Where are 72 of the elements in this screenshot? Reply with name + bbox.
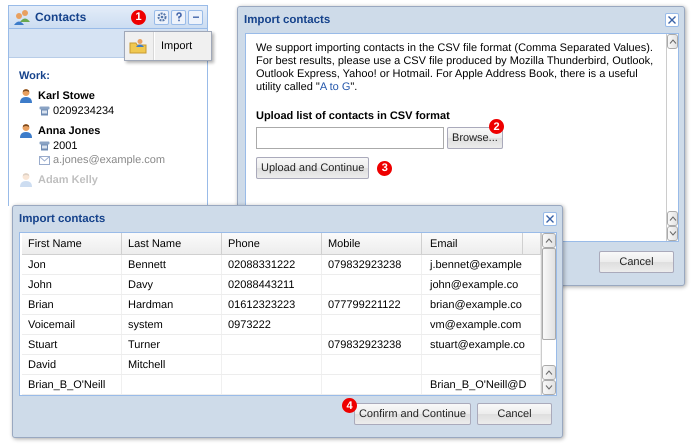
table-cell: 079832923238 [322, 255, 422, 274]
minimize-button[interactable] [188, 10, 203, 24]
column-header[interactable]: Last Name [122, 233, 222, 254]
close-button[interactable] [543, 212, 557, 226]
table-cell: 02088443211 [222, 275, 322, 294]
table-cell: Jon [22, 255, 122, 274]
cancel-button[interactable]: Cancel [477, 403, 552, 425]
people-icon [13, 9, 31, 25]
scrollbar[interactable] [666, 34, 678, 241]
panel-title: Contacts [35, 10, 86, 24]
person-icon [19, 172, 33, 187]
contact-name[interactable]: Anna Jones [38, 124, 100, 136]
close-button[interactable] [665, 13, 679, 27]
table-cell: Brian [22, 295, 122, 314]
menu-item[interactable]: Import [125, 32, 211, 60]
table-cell: system [122, 315, 222, 334]
step-badge: 1 [131, 10, 146, 24]
phone-number: 2001 [53, 140, 78, 152]
table-cell: Bennett [122, 255, 222, 274]
table-cell: Mitchell [122, 355, 222, 374]
dialog-title: Import contacts [244, 14, 330, 26]
column-header[interactable]: Mobile [322, 233, 422, 254]
scroll-up-icon [545, 238, 553, 243]
email-address: a.jones@example.com [53, 154, 166, 166]
group-heading: Work: [19, 70, 51, 82]
settings-button[interactable] [154, 10, 169, 24]
link[interactable]: A to G [320, 81, 350, 93]
table-cell: John [22, 275, 122, 294]
step-badge: 2 [489, 119, 504, 134]
column-header[interactable]: Email [422, 233, 523, 254]
column-header[interactable]: Phone [222, 233, 322, 254]
table-cell: 01612323223 [222, 295, 322, 314]
table-cell: David [22, 355, 122, 374]
folder-person-icon [129, 38, 147, 54]
close-icon [545, 214, 555, 224]
table-cell: 079832923238 [322, 335, 422, 354]
cancel-button[interactable]: Cancel [599, 251, 674, 273]
scroll-down-icon [545, 385, 553, 390]
close-icon [667, 15, 677, 25]
phone-icon [39, 106, 50, 116]
step-badge: 4 [342, 398, 357, 413]
table-cell: Davy [122, 275, 222, 294]
scrollbar[interactable] [541, 233, 556, 395]
phone-icon [39, 141, 50, 151]
help-icon [174, 12, 184, 22]
column-header[interactable]: First Name [22, 233, 122, 254]
settings-icon [156, 12, 166, 22]
envelope-icon [39, 156, 50, 164]
confirm-button[interactable]: Confirm and Continue [354, 403, 471, 425]
table-cell: Stuart [22, 335, 122, 354]
table-cell: 0973222 [222, 315, 322, 334]
table-cell: Voicemail [22, 315, 122, 334]
contact-name[interactable]: Karl Stowe [38, 90, 95, 102]
upload-button[interactable]: Upload and Continue [256, 157, 370, 179]
dialog-title: Import contacts [19, 213, 106, 225]
phone-number: 0209234234 [53, 105, 114, 117]
table-cell: Turner [122, 335, 222, 354]
table-cell: Brian_B_O'Neill [22, 375, 122, 394]
table-cell: 02088331222 [222, 255, 322, 274]
table-cell: 077799221122 [322, 295, 422, 314]
file-field[interactable] [256, 127, 444, 149]
scroll-up-icon [668, 39, 676, 44]
step-badge: 3 [377, 160, 392, 176]
field-label: Upload list of contacts in CSV format [256, 110, 451, 122]
scroll-down-icon [668, 231, 676, 236]
help-button[interactable] [171, 10, 186, 24]
intro-paragraph: We support importing contacts in the CSV file format (Comma Separated Values). For best results, please use a CSV file produced by Mozilla Thunderbird, Outlook, Outlook Express, Yahoo! or Hotmail. For Apple Address Book, there is a useful utility called "A to G". [256, 42, 654, 94]
scroll-up-icon [668, 216, 676, 221]
table-cell: Hardman [122, 295, 222, 314]
scroll-up-icon [545, 370, 553, 375]
person-icon [19, 123, 33, 138]
person-icon [19, 88, 33, 103]
